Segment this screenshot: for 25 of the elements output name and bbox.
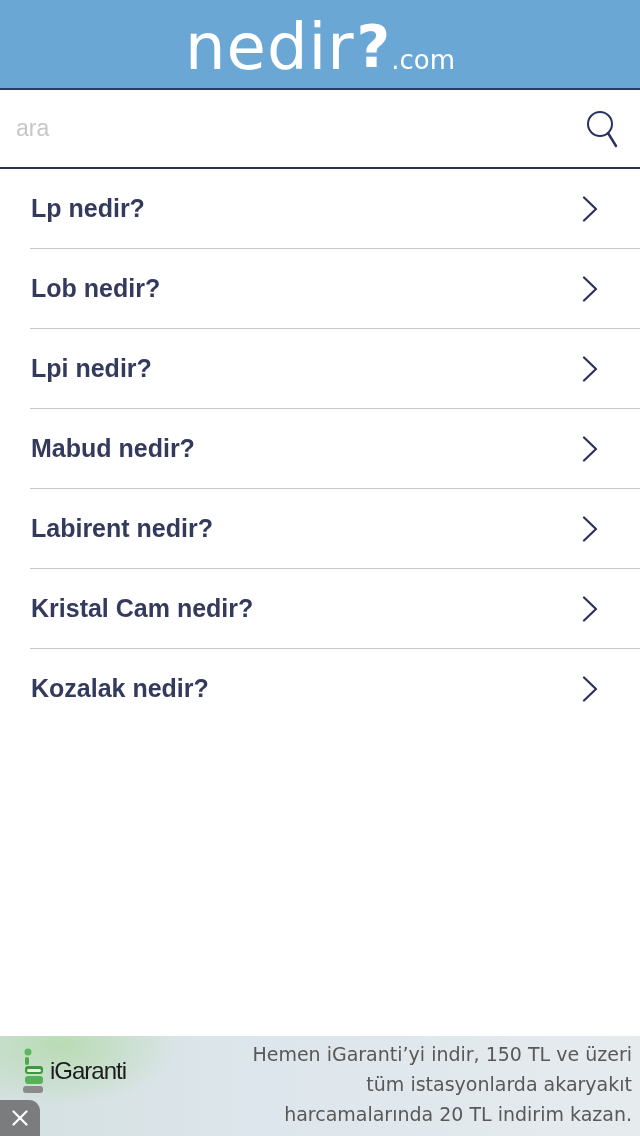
- search-button[interactable]: [584, 108, 620, 149]
- close-icon: [12, 1110, 28, 1126]
- brand-name: iGaranti: [50, 1057, 127, 1085]
- chevron-right-icon: [582, 435, 598, 462]
- brand-logo-icon: [22, 1048, 46, 1094]
- list-item[interactable]: Lpi nedir?: [30, 329, 640, 409]
- ad-banner[interactable]: iGaranti Hemen iGaranti’yi indir, 150 TL ve üzeri tüm istasyonlarda akaryakıt harcamalarında 20 TL indirim kazan.: [0, 1036, 640, 1136]
- list-item[interactable]: Lob nedir?: [30, 249, 640, 329]
- list-item[interactable]: Kristal Cam nedir?: [30, 569, 640, 649]
- chevron-right-icon: [582, 275, 598, 302]
- chevron-right-icon: [582, 595, 598, 622]
- search-icon: [586, 109, 618, 148]
- list-item[interactable]: Mabud nedir?: [30, 409, 640, 489]
- list-item[interactable]: Kozalak nedir?: [30, 649, 640, 729]
- chevron-right-icon: [582, 355, 598, 382]
- logo-name: nedir: [184, 15, 355, 79]
- ad-text: Hemen iGaranti’yi indir, 150 TL ve üzeri tüm istasyonlarda akaryakıt harcamalarında 20 TL indirim kazan.: [252, 1042, 632, 1127]
- chevron-right-icon: [582, 515, 598, 542]
- chevron-right-icon: [582, 195, 598, 222]
- list-item[interactable]: Labirent nedir?: [30, 489, 640, 569]
- list-item[interactable]: Lp nedir?: [30, 169, 640, 249]
- chevron-right-icon: [582, 675, 598, 702]
- logo-domain: .com: [391, 45, 456, 75]
- close-button[interactable]: [0, 1100, 40, 1136]
- logo-mark: ?: [356, 15, 391, 79]
